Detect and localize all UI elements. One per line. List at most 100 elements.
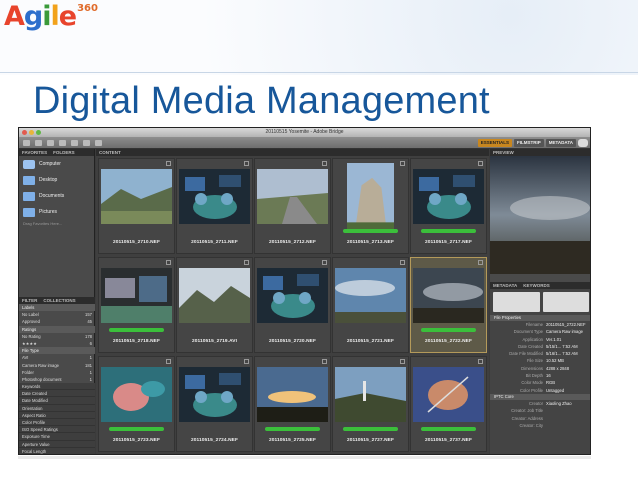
thumbnail-cell[interactable]: 20110515_2723.NEF xyxy=(98,356,175,452)
rating-star-icon[interactable] xyxy=(322,161,327,166)
rating-star-icon[interactable] xyxy=(322,260,327,265)
filter-row[interactable]: Date Modified xyxy=(19,397,95,405)
thumbnail-cell[interactable]: 20110515_2710.NEF xyxy=(98,158,175,254)
filter-row[interactable]: Labels xyxy=(19,304,95,312)
filter-row[interactable]: Orientation xyxy=(19,404,95,412)
metadata-row: Creator: Job Title xyxy=(490,407,590,414)
delete-icon[interactable] xyxy=(95,140,102,146)
metadata-row: Filename 20110515_2722.NEF xyxy=(490,321,590,328)
refine-icon[interactable] xyxy=(59,140,66,146)
favorites-panel-header: FAVORITES FOLDERS xyxy=(19,149,94,156)
thumbnail-cell[interactable]: 20110515_2718.NEF xyxy=(98,257,175,353)
tab-folders[interactable]: FOLDERS xyxy=(53,149,75,156)
metadata-row: Color Profile Untagged xyxy=(490,387,590,394)
tab-metadata[interactable]: METADATA xyxy=(493,282,517,289)
favorite-desktop[interactable]: Desktop xyxy=(19,172,94,188)
rating-star-icon[interactable] xyxy=(244,260,249,265)
metadata-key: Bit Depth xyxy=(525,373,543,379)
thumbnail-cell[interactable]: 20110515_2722.NEF xyxy=(410,257,487,353)
filter-row[interactable]: Approved 45 xyxy=(19,318,95,325)
drag-hint: Drag Favorites Here... xyxy=(23,221,63,226)
filter-row[interactable]: Exposure Time xyxy=(19,433,95,441)
folder-icon xyxy=(23,191,35,201)
rating-star-icon[interactable] xyxy=(166,161,171,166)
search-input[interactable] xyxy=(578,139,588,147)
thumbnail-cell[interactable]: 20110515_2712.NEF xyxy=(254,158,331,254)
thumbnail-cell[interactable]: 20110515_2724.NEF xyxy=(176,356,253,452)
rating-star-icon[interactable] xyxy=(166,260,171,265)
filter-row[interactable]: AVI 1 xyxy=(19,354,95,361)
thumbnail-cell[interactable]: 20110515_2713.NEF xyxy=(332,158,409,254)
forward-icon[interactable] xyxy=(35,140,42,146)
thumbnail-cell[interactable]: 20110515_2711.NEF xyxy=(176,158,253,254)
filter-row[interactable]: Focal Length xyxy=(19,447,95,454)
favorite-documents[interactable]: Documents xyxy=(19,188,94,204)
back-icon[interactable] xyxy=(23,140,30,146)
thumbnail-filename: 20110515_2712.NEF xyxy=(268,240,317,245)
tab-preview[interactable]: PREVIEW xyxy=(493,149,514,156)
filter-panel-header: FILTER COLLECTIONS xyxy=(19,297,95,304)
favorite-computer[interactable]: Computer xyxy=(19,156,94,172)
thumbnail-cell[interactable]: 20110515_2721.NEF xyxy=(332,257,409,353)
rating-star-icon[interactable] xyxy=(244,161,249,166)
rating-star-icon[interactable] xyxy=(478,260,483,265)
thumbnail-cell[interactable]: 20110515_2727.NEF xyxy=(332,356,409,452)
filter-row[interactable]: Date Created xyxy=(19,390,95,398)
tab-content[interactable]: CONTENT xyxy=(99,149,121,156)
filter-row[interactable]: Ratings xyxy=(19,325,95,333)
thumbnail-cell[interactable]: 20110515_2717.NEF xyxy=(410,158,487,254)
thumbnail-cell[interactable]: 20110515_2737.NEF xyxy=(410,356,487,452)
workspace-filmstrip[interactable]: FILMSTRIP xyxy=(514,139,544,147)
minimize-icon[interactable] xyxy=(29,130,34,135)
filter-row[interactable]: Camera Raw image 181 xyxy=(19,362,95,369)
thumbnail-cell[interactable]: 20110515_2719.AVI xyxy=(176,257,253,353)
rating-star-icon[interactable] xyxy=(478,359,483,364)
zoom-icon[interactable] xyxy=(36,130,41,135)
rating-star-icon[interactable] xyxy=(322,359,327,364)
rating-star-icon[interactable] xyxy=(166,359,171,364)
filter-row[interactable]: Color Profile xyxy=(19,419,95,427)
filter-row[interactable]: No Rating 178 xyxy=(19,333,95,340)
metadata-key: Color Profile xyxy=(519,387,543,393)
label-bar xyxy=(265,427,320,431)
tab-favorites[interactable]: FAVORITES xyxy=(22,149,47,156)
close-icon[interactable] xyxy=(22,130,27,135)
filter-label: Camera Raw image xyxy=(22,362,60,368)
thumbnail-cell[interactable]: 20110515_2725.NEF xyxy=(254,356,331,452)
filter-row[interactable]: ★★★★ 6 xyxy=(19,340,95,347)
rating-star-icon[interactable] xyxy=(244,359,249,364)
rating-star-icon[interactable] xyxy=(400,161,405,166)
favorite-label: Pictures xyxy=(39,209,58,215)
workspace-essentials[interactable]: ESSENTIALS xyxy=(477,139,512,147)
favorite-label: Computer xyxy=(39,161,61,167)
metadata-panel-header: METADATA KEYWORDS xyxy=(490,282,590,289)
tab-filter[interactable]: FILTER xyxy=(22,297,37,304)
rating-star-icon[interactable] xyxy=(478,161,483,166)
folder-icon xyxy=(23,175,35,185)
filter-label: ★★★★ xyxy=(22,340,38,346)
logo-letter-e: e xyxy=(58,1,77,32)
filter-row[interactable]: ISO Speed Ratings xyxy=(19,426,95,434)
thumbnail-cell[interactable]: 20110515_2720.NEF xyxy=(254,257,331,353)
filter-count: 157 xyxy=(85,312,92,318)
folder-menu-icon[interactable] xyxy=(47,140,54,146)
filter-row[interactable]: Photoshop document 1 xyxy=(19,376,95,383)
tab-keywords[interactable]: KEYWORDS xyxy=(523,282,550,289)
thumbnail-image xyxy=(257,169,328,224)
rotate-right-icon[interactable] xyxy=(83,140,90,146)
workspace-metadata[interactable]: METADATA xyxy=(545,139,576,147)
rotate-left-icon[interactable] xyxy=(71,140,78,146)
rating-star-icon[interactable] xyxy=(400,260,405,265)
favorite-pictures[interactable]: Pictures xyxy=(19,204,94,220)
tab-collections[interactable]: COLLECTIONS xyxy=(43,297,75,304)
filter-row[interactable]: Keywords xyxy=(19,383,95,391)
label-bar xyxy=(421,427,476,431)
filter-row[interactable]: Folder 1 xyxy=(19,369,95,376)
filter-row[interactable]: Aperture Value xyxy=(19,440,95,448)
filter-row[interactable]: File Type xyxy=(19,347,95,355)
filter-row[interactable]: No Label 157 xyxy=(19,311,95,318)
thumbnail-filename: 20110515_2710.NEF xyxy=(112,240,161,245)
rating-star-icon[interactable] xyxy=(400,359,405,364)
filter-row[interactable]: Aspect Ratio xyxy=(19,411,95,419)
filter-label: Ratings xyxy=(22,326,37,332)
